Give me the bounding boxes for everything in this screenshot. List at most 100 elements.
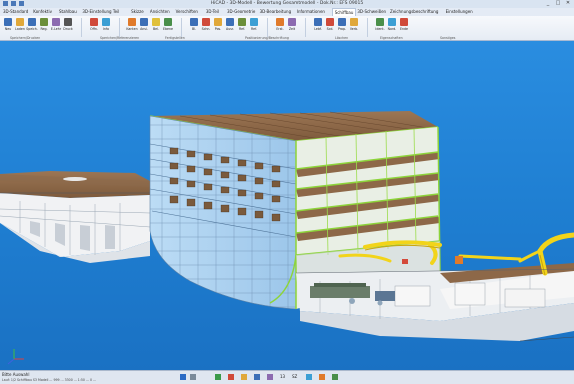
ribbon-tool-icon [238,18,246,26]
ribbon-button-7[interactable]: Öffn. [89,18,99,33]
ribbon-button-12[interactable]: Ebene [163,18,173,33]
ribbon-button-15[interactable]: Pos. [213,18,223,33]
ribbon-tool-icon [326,18,334,26]
ribbon-button-25[interactable]: Ident. [375,18,385,33]
value-field[interactable]: 13 [280,374,285,379]
ribbon-button-20[interactable]: Zeit [287,18,297,33]
tab-konfektiv[interactable]: Konfektiv [33,9,52,14]
ribbon-button-label: Ende [399,27,409,31]
ribbon-button-22[interactable]: Scd. [325,18,335,33]
ribbon-button-24[interactable]: Verb. [349,18,359,33]
ribbon-tool-icon [190,18,198,26]
ribbon-button-3[interactable]: Speich. [26,18,38,33]
window-controls: _ □ ✕ [544,0,572,7]
ribbon-button-10[interactable]: Ansi. [139,18,149,33]
tab-verschiften[interactable]: Verschiften [176,9,198,14]
unit-field[interactable]: SZ [292,374,297,379]
filter-icon[interactable] [190,374,196,380]
ribbon-button-16[interactable]: Ausr. [225,18,235,33]
ribbon-button-4[interactable]: Reg. [39,18,49,33]
ribbon-button-9[interactable]: Kanten [126,18,138,33]
ribbon-button-23[interactable]: Prop. [337,18,347,33]
ribbon-tool-icon [350,18,358,26]
block-side-hull [149,115,297,310]
ribbon-button-19[interactable]: Erst. [275,18,285,33]
ribbon-group-label: Löschen [335,36,349,40]
ortho-icon[interactable] [228,374,234,380]
render-icon[interactable] [319,374,325,380]
ribbon-group-separator [305,18,306,37]
ribbon-button-14[interactable]: Schn. [201,18,211,33]
ribbon-button-26[interactable]: Nord. [387,18,397,33]
ribbon-button-label: Zeit [288,27,296,31]
ribbon-button-6[interactable]: Druck [63,18,73,33]
snap-icon[interactable] [215,374,221,380]
ribbon-tool-icon [52,18,60,26]
ribbon-group-label: Sonstiges [440,36,456,40]
ship-bow-section [0,171,151,263]
properties-icon[interactable] [332,374,338,380]
select-icon[interactable] [180,374,186,380]
ribbon-group-label: Positionierung/Beschriftung [245,36,289,40]
ribbon-tool-icon [376,18,384,26]
tab-3d-schweißen[interactable]: 3D-Schweißen [357,9,386,14]
ribbon-tool-icon [140,18,148,26]
tab-skizze[interactable]: Skizze [131,9,144,14]
tab-informationen[interactable]: Informationen [297,9,325,14]
tab-3d-geometrie[interactable]: 3D-Geometrie [227,9,255,14]
tab-einstellungen[interactable]: Einstellungen [446,9,473,14]
ribbon-tool-icon [250,18,258,26]
ribbon: Neu Laden Speich. Reg. E-Lehr Druck Öffn. Info K… [0,16,574,41]
grid-icon[interactable] [241,374,247,380]
tab-schiffbau[interactable]: Schiffbau [331,8,357,16]
ribbon-button-21[interactable]: Lebf. [313,18,323,33]
ribbon-tool-icon [314,18,322,26]
ribbon-button-11[interactable]: Bel. [151,18,161,33]
ribbon-group-label: Sperichen/Referenzieren [100,36,140,40]
title-bar: HiCAD - 3D-Modell - Bewertung Gesamtmode… [0,0,574,8]
ribbon-tool-icon [4,18,12,26]
ribbon-tool-icon [128,18,136,26]
minimize-button[interactable]: _ [544,0,552,7]
ribbon-button-label: Ref. [251,27,257,31]
view-icon[interactable] [306,374,312,380]
ribbon-tool-icon [40,18,48,26]
3d-viewport[interactable] [0,41,574,370]
tab-3d-bearbeitung[interactable]: 3D-Bearbeitung [260,9,292,14]
maximize-button[interactable]: □ [554,0,562,7]
ribbon-button-8[interactable]: Info [101,18,111,33]
ribbon-tool-icon [276,18,284,26]
status-info: Lauf: 1/2 Schiffbau S3 Modell ... 999 ..… [2,378,97,382]
ship-model-render [0,111,574,365]
ribbon-tool-icon [16,18,24,26]
ribbon-button-27[interactable]: Ende [399,18,409,33]
ribbon-group-separator [119,18,120,37]
ribbon-tool-icon [28,18,36,26]
tab-3d-teil[interactable]: 3D-Teil [206,9,219,14]
tab-3d-einstellung-teil[interactable]: 3D-Einstellung Teil [82,9,119,14]
tab-stahlbau[interactable]: Stahlbau [59,9,77,14]
ribbon-button-5[interactable]: E-Lehr [51,18,61,33]
ribbon-button-label: Verb. [349,27,359,31]
ribbon-button-label: Druck [63,27,73,31]
ribbon-group-label: Speichern/Drucken [10,36,41,40]
tab-zeichnungsbeschriftung[interactable]: Zeichnungsbeschriftung [390,9,438,14]
close-button[interactable]: ✕ [564,0,572,7]
ribbon-group-separator [181,18,182,37]
ribbon-button-17[interactable]: Ref. [237,18,247,33]
tab-3d-standard[interactable]: 3D-Standard [3,9,28,14]
tab-ansichten[interactable]: Ansichten [150,9,170,14]
layer-icon[interactable] [254,374,260,380]
ribbon-button-13[interactable]: Bl. [189,18,199,33]
ribbon-button-1[interactable]: Neu [3,18,13,33]
status-prompt: Bitte Auswahl [2,372,30,377]
ribbon-button-2[interactable]: Laden [15,18,25,33]
ribbon-button-18[interactable]: Ref. [249,18,259,33]
ribbon-tool-icon [164,18,172,26]
axis-triad-icon [7,349,24,365]
ribbon-tool-icon [226,18,234,26]
ribbon-group-label: Eigenschaften [380,36,403,40]
ribbon-group-separator [367,18,368,37]
ribbon-group-separator [267,18,268,37]
measure-icon[interactable] [267,374,273,380]
